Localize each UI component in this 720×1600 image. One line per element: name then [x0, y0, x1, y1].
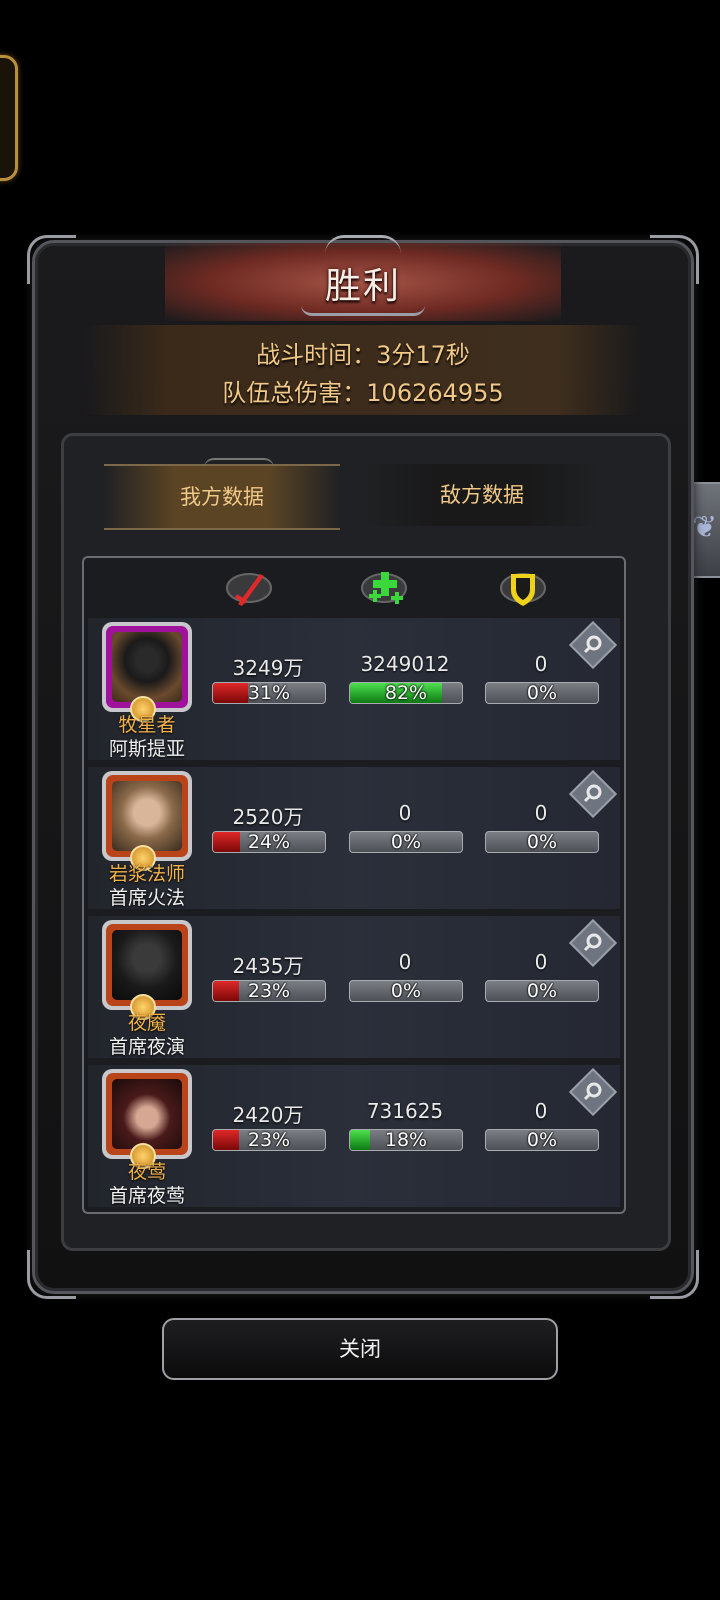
hero-avatar: [112, 632, 182, 702]
tank-value: 0: [534, 1099, 548, 1123]
battle-summary: 战斗时间：3分17秒 队伍总伤害：106264955: [85, 325, 641, 415]
tank-percent: 0%: [526, 831, 558, 853]
hero-class: 牧星者: [118, 714, 176, 736]
hero-name: 首席夜演: [108, 1036, 185, 1058]
battle-result-panel: 胜利 战斗时间：3分17秒 队伍总伤害：106264955 我方数据 敌方数据: [27, 235, 699, 1299]
heal-percent: 18%: [384, 1129, 428, 1151]
hero-row: 夜魇 首席夜演 2435万 23% 0 0% 0 0%: [88, 916, 620, 1058]
heal-percent: 82%: [384, 682, 428, 704]
damage-value: 3249万: [232, 656, 304, 680]
tank-bar: 0%: [485, 682, 599, 704]
hero-name: 阿斯提亚: [108, 738, 185, 760]
hero-class: 夜莺: [127, 1161, 166, 1183]
damage-value: 2520万: [232, 805, 304, 829]
hero-stats-table: 牧星者 阿斯提亚 3249万 31% 3249012 82% 0 0% 岩浆法师…: [82, 556, 626, 1214]
heal-value: 0: [398, 950, 412, 974]
battle-time: 战斗时间：3分17秒: [256, 341, 470, 369]
side-ornament: [0, 55, 18, 181]
tank-percent: 0%: [526, 980, 558, 1002]
sword-icon: [226, 573, 272, 606]
hero-row: 夜莺 首席夜莺 2420万 23% 731625 18% 0 0%: [88, 1065, 620, 1207]
tank-bar: 0%: [485, 1129, 599, 1151]
title-underline: [301, 305, 425, 316]
heal-percent: 0%: [390, 980, 422, 1002]
damage-percent: 23%: [247, 1129, 291, 1151]
hero-class: 夜魇: [127, 1012, 166, 1034]
damage-value: 2435万: [232, 954, 304, 978]
tank-bar: 0%: [485, 831, 599, 853]
heal-bar: 0%: [349, 980, 463, 1002]
damage-bar: 31%: [212, 682, 326, 704]
damage-value: 2420万: [232, 1103, 304, 1127]
panel-corner-ornament: [27, 1250, 76, 1299]
heal-plus-icon: [361, 572, 407, 604]
tab-my-data[interactable]: 我方数据: [104, 464, 340, 530]
tank-percent: 0%: [526, 1129, 558, 1151]
hero-row: 岩浆法师 首席火法 2520万 24% 0 0% 0 0%: [88, 767, 620, 909]
heal-value: 731625: [366, 1099, 444, 1123]
tank-value: 0: [534, 652, 548, 676]
hero-avatar: [112, 930, 182, 1000]
heal-bar: 18%: [349, 1129, 463, 1151]
hero-row: 牧星者 阿斯提亚 3249万 31% 3249012 82% 0 0%: [88, 618, 620, 760]
damage-percent: 24%: [247, 831, 291, 853]
damage-percent: 23%: [247, 980, 291, 1002]
tab-enemy-data[interactable]: 敌方数据: [364, 464, 600, 526]
tank-percent: 0%: [526, 682, 558, 704]
damage-bar: 23%: [212, 980, 326, 1002]
heal-value: 3249012: [360, 652, 450, 676]
feather-icon: ❦: [692, 510, 718, 545]
title-crest: [325, 235, 401, 254]
panel-corner-ornament: [650, 1250, 699, 1299]
damage-bar: 24%: [212, 831, 326, 853]
hero-avatar: [112, 1079, 182, 1149]
tank-value: 0: [534, 801, 548, 825]
hero-name: 首席火法: [108, 887, 185, 909]
heal-bar: 0%: [349, 831, 463, 853]
tank-value: 0: [534, 950, 548, 974]
damage-percent: 31%: [247, 682, 291, 704]
close-button[interactable]: 关闭: [162, 1318, 558, 1380]
result-title: 胜利: [324, 266, 401, 307]
shield-icon: [500, 573, 546, 606]
heal-value: 0: [398, 801, 412, 825]
heal-percent: 0%: [390, 831, 422, 853]
hero-name: 首席夜莺: [108, 1185, 185, 1207]
hero-avatar: [112, 781, 182, 851]
tank-bar: 0%: [485, 980, 599, 1002]
heal-bar: 82%: [349, 682, 463, 704]
hero-class: 岩浆法师: [108, 863, 185, 885]
total-damage: 队伍总伤害：106264955: [222, 379, 504, 407]
stats-container: 我方数据 敌方数据 牧星者 阿斯提亚 3249万 31% 3249012 82%…: [61, 433, 671, 1251]
tab-crest: [204, 458, 274, 468]
damage-bar: 23%: [212, 1129, 326, 1151]
